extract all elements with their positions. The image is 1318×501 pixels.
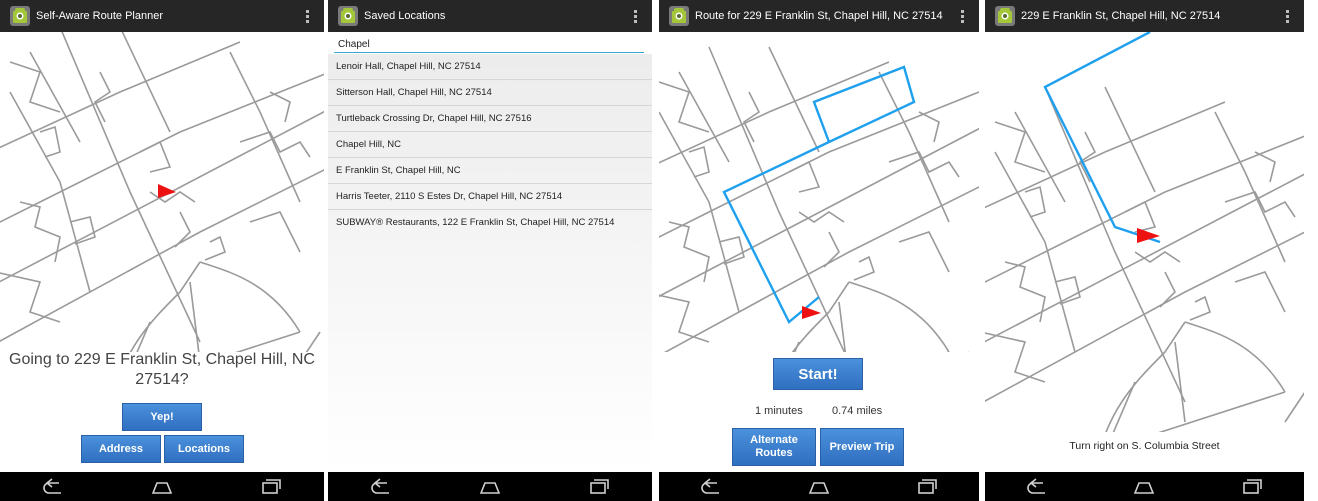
- address-button[interactable]: Address: [81, 435, 161, 463]
- location-search-input[interactable]: [334, 36, 644, 53]
- list-item[interactable]: Lenoir Hall, Chapel Hill, NC 27514: [328, 54, 652, 80]
- alternate-routes-button[interactable]: Alternate Routes: [732, 428, 816, 466]
- home-icon[interactable]: [806, 477, 832, 497]
- list-item[interactable]: Turtleback Crossing Dr, Chapel Hill, NC …: [328, 106, 652, 132]
- screen-route-planner: Self-Aware Route Planner Going to 229 E …: [0, 0, 324, 501]
- back-icon[interactable]: [1025, 477, 1051, 497]
- overflow-menu-icon[interactable]: [1280, 7, 1294, 25]
- system-nav-bar: [985, 472, 1304, 501]
- screen-title: Saved Locations: [364, 10, 446, 22]
- road-network: [985, 86, 1304, 432]
- action-bar: Saved Locations: [328, 0, 652, 32]
- preview-trip-button[interactable]: Preview Trip: [820, 428, 904, 466]
- location-marker-icon: [802, 306, 821, 319]
- action-bar: 229 E Franklin St, Chapel Hill, NC 27514: [985, 0, 1304, 32]
- locations-button[interactable]: Locations: [164, 435, 244, 463]
- recents-icon[interactable]: [257, 477, 283, 497]
- road-network: [659, 46, 979, 352]
- home-icon[interactable]: [1131, 477, 1157, 497]
- android-app-icon[interactable]: [669, 6, 689, 26]
- system-nav-bar: [0, 472, 324, 501]
- home-icon[interactable]: [149, 477, 175, 497]
- system-nav-bar: [328, 472, 652, 501]
- trip-distance: 0.74 miles: [832, 405, 883, 417]
- overflow-menu-icon[interactable]: [628, 7, 642, 25]
- screen-title: 229 E Franklin St, Chapel Hill, NC 27514: [1021, 10, 1221, 22]
- recents-icon[interactable]: [585, 477, 611, 497]
- screen-saved-locations: Saved Locations Lenoir Hall, Chapel Hill…: [328, 0, 652, 501]
- action-bar: Self-Aware Route Planner: [0, 0, 324, 32]
- overflow-menu-icon[interactable]: [955, 7, 969, 25]
- map-view[interactable]: [659, 32, 979, 352]
- recents-icon[interactable]: [1238, 477, 1264, 497]
- android-app-icon[interactable]: [338, 6, 358, 26]
- system-nav-bar: [659, 472, 979, 501]
- list-item[interactable]: Harris Teeter, 2110 S Estes Dr, Chapel H…: [328, 184, 652, 210]
- action-bar: Route for 229 E Franklin St, Chapel Hill…: [659, 0, 979, 32]
- back-icon[interactable]: [369, 477, 395, 497]
- back-icon[interactable]: [41, 477, 67, 497]
- map-view[interactable]: [985, 32, 1304, 432]
- turn-instruction: Turn right on S. Columbia Street: [1069, 440, 1220, 452]
- home-icon[interactable]: [477, 477, 503, 497]
- list-item[interactable]: E Franklin St, Chapel Hill, NC: [328, 158, 652, 184]
- route-line: [722, 65, 916, 324]
- screen-title: Self-Aware Route Planner: [36, 10, 163, 22]
- back-icon[interactable]: [699, 477, 725, 497]
- screen-navigation: 229 E Franklin St, Chapel Hill, NC 27514…: [985, 0, 1304, 501]
- list-item[interactable]: Chapel Hill, NC: [328, 132, 652, 158]
- list-item[interactable]: Sitterson Hall, Chapel Hill, NC 27514: [328, 80, 652, 106]
- map-view[interactable]: [0, 32, 324, 352]
- destination-prompt: Going to 229 E Franklin St, Chapel Hill,…: [9, 351, 315, 388]
- screen-title: Route for 229 E Franklin St, Chapel Hill…: [695, 10, 943, 22]
- android-app-icon[interactable]: [10, 6, 30, 26]
- start-button[interactable]: Start!: [773, 358, 863, 390]
- yep-button[interactable]: Yep!: [122, 403, 202, 431]
- saved-locations-list: Lenoir Hall, Chapel Hill, NC 27514 Sitte…: [328, 54, 652, 472]
- list-item[interactable]: SUBWAY® Restaurants, 122 E Franklin St, …: [328, 210, 652, 235]
- screen-route-overview: Route for 229 E Franklin St, Chapel Hill…: [659, 0, 979, 501]
- overflow-menu-icon[interactable]: [300, 7, 314, 25]
- trip-duration: 1 minutes: [755, 405, 803, 417]
- android-app-icon[interactable]: [995, 6, 1015, 26]
- recents-icon[interactable]: [913, 477, 939, 497]
